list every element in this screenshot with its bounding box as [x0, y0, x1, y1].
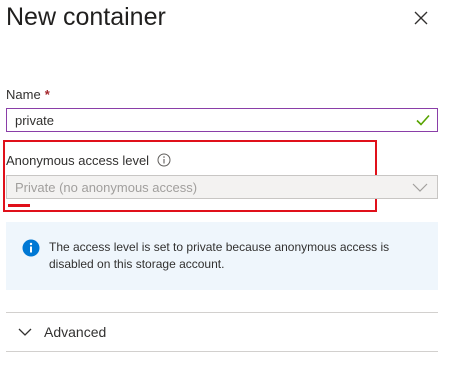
access-level-label-text: Anonymous access level [6, 152, 150, 168]
chevron-down-icon [412, 183, 428, 192]
required-marker: * [44, 86, 50, 102]
access-level-value: Private (no anonymous access) [15, 179, 198, 195]
access-level-label: Anonymous access level [6, 151, 171, 169]
name-label-text: Name [6, 86, 41, 102]
advanced-label: Advanced [44, 324, 107, 340]
annotation-underline [8, 204, 30, 207]
info-circle-icon[interactable] [157, 153, 171, 167]
info-icon [22, 239, 40, 257]
chevron-down-icon [18, 328, 32, 336]
divider [6, 351, 438, 352]
checkmark-icon [416, 114, 430, 126]
advanced-section-toggle[interactable]: Advanced [6, 313, 438, 351]
access-level-select[interactable]: Private (no anonymous access) [6, 175, 438, 199]
close-button[interactable] [406, 4, 436, 32]
close-icon [414, 11, 428, 25]
info-banner-text: The access level is set to private becau… [49, 240, 390, 271]
name-label: Name * [6, 85, 50, 103]
name-field[interactable] [6, 108, 438, 132]
info-banner: The access level is set to private becau… [6, 222, 438, 290]
panel-title: New container [6, 3, 166, 31]
name-input[interactable] [7, 110, 415, 130]
